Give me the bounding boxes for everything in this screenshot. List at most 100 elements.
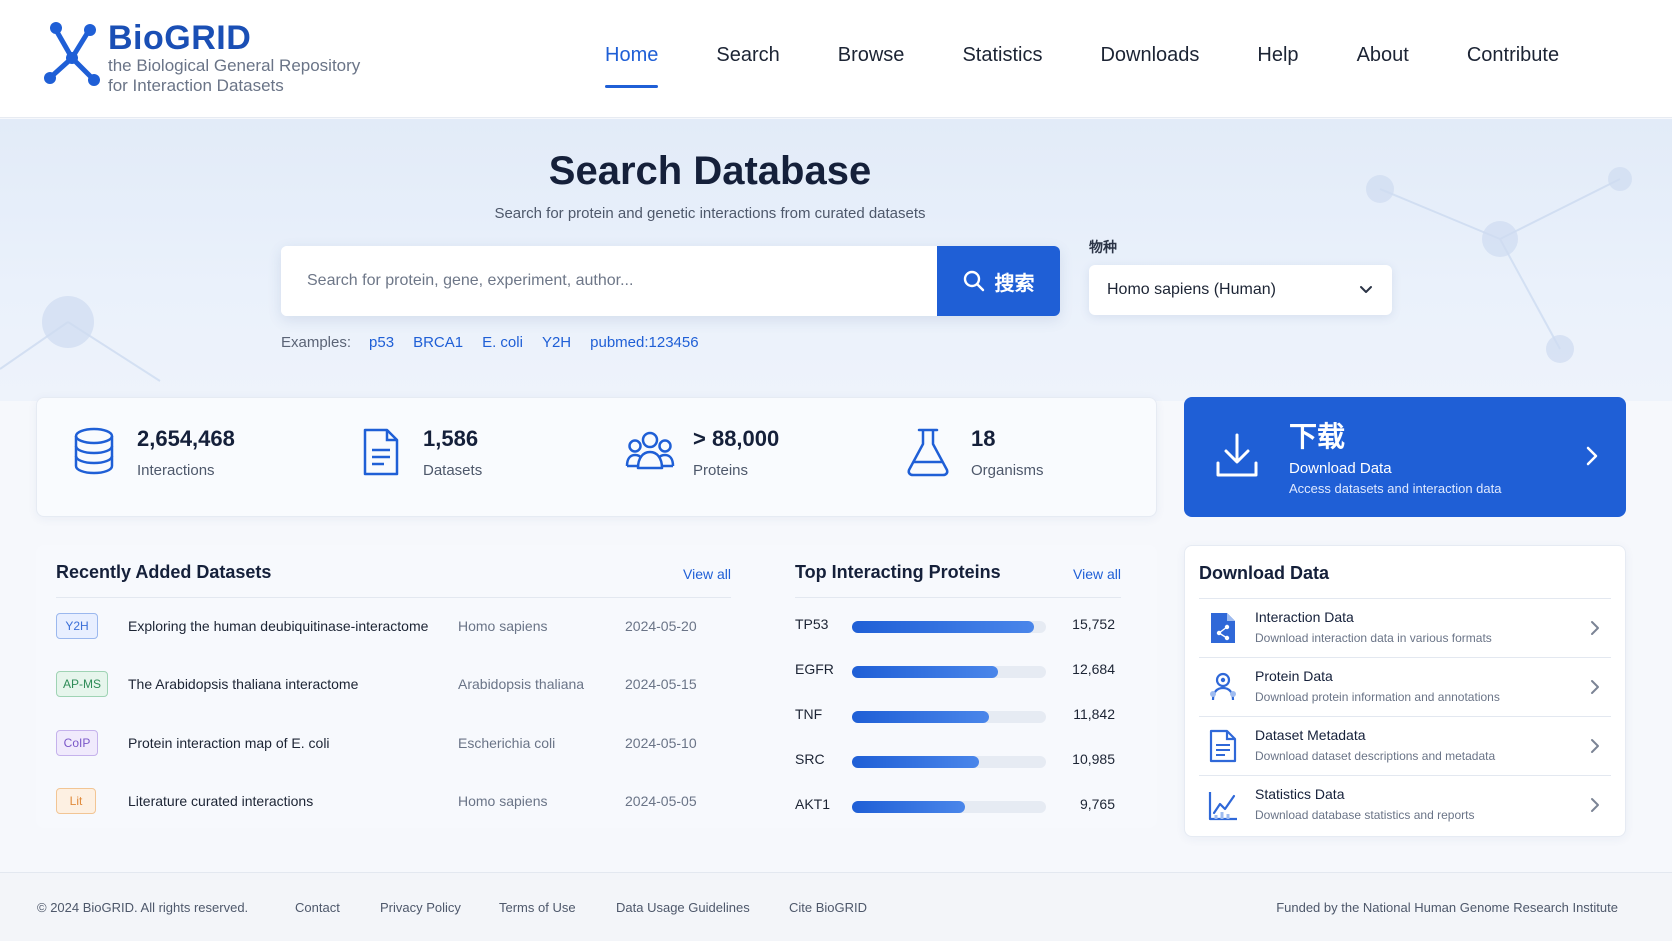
brand-subtitle-line1: the Biological General Repository — [108, 56, 361, 75]
download-item-interaction-data[interactable]: Interaction Data Download interaction da… — [1199, 599, 1611, 657]
species-dropdown[interactable]: Homo sapiens (Human) — [1089, 265, 1392, 315]
nav-contribute[interactable]: Contribute — [1467, 44, 1559, 88]
chevron-right-icon — [1591, 621, 1599, 635]
table-row[interactable]: CoIP Protein interaction map of E. coli … — [56, 728, 731, 758]
example-link-ecoli[interactable]: E. coli — [482, 334, 523, 351]
protein-count: 10,985 — [1072, 751, 1115, 767]
footer-link-cite[interactable]: Cite BioGRID — [789, 900, 867, 915]
dataset-name: Literature curated interactions — [128, 793, 314, 809]
nav-browse[interactable]: Browse — [838, 44, 905, 88]
download-item-title: Dataset Metadata — [1255, 727, 1366, 743]
chevron-right-icon — [1591, 798, 1599, 812]
example-link-brca1[interactable]: BRCA1 — [413, 334, 463, 351]
recent-datasets-title: Recently Added Datasets — [56, 562, 272, 582]
protein-name: TNF — [795, 706, 823, 722]
footer-link-terms[interactable]: Terms of Use — [499, 900, 576, 915]
chevron-right-icon — [1586, 446, 1598, 466]
search-hero: Search Database Search for protein and g… — [0, 119, 1672, 401]
stat-datasets: 1,586 Datasets — [355, 426, 482, 479]
download-item-protein-data[interactable]: Protein Data Download protein informatio… — [1199, 658, 1611, 716]
species-label: 物种 — [1089, 239, 1117, 255]
table-row[interactable]: Y2H Exploring the human deubiquitinase-i… — [56, 611, 731, 641]
page-subtitle: Search for protein and genetic interacti… — [494, 205, 926, 222]
page-title: Search Database — [548, 149, 872, 193]
download-item-desc: Download database statistics and reports — [1255, 808, 1475, 822]
footer-link-contact[interactable]: Contact — [295, 900, 340, 915]
protein-name: TP53 — [795, 616, 829, 632]
protein-row[interactable]: AKT1 9,765 — [795, 794, 1115, 818]
protein-row[interactable]: EGFR 12,684 — [795, 659, 1115, 683]
stat-value: > 88,000 — [693, 426, 780, 451]
footer-link-data-usage[interactable]: Data Usage Guidelines — [616, 900, 750, 915]
nav-downloads[interactable]: Downloads — [1100, 44, 1199, 88]
search-input[interactable] — [281, 246, 937, 316]
nav-help[interactable]: Help — [1257, 44, 1298, 88]
dataset-organism: Escherichia coli — [458, 735, 556, 751]
protein-row[interactable]: TP53 15,752 — [795, 614, 1115, 638]
search-button-label: 搜索 — [994, 272, 1035, 295]
cta-description: Access datasets and interaction data — [1289, 481, 1502, 496]
protein-bar — [852, 666, 999, 678]
stat-value: 2,654,468 — [137, 426, 235, 451]
species-value: Homo sapiens (Human) — [1107, 281, 1276, 298]
protein-name: SRC — [795, 751, 825, 767]
brand-name: BioGRID — [108, 19, 252, 57]
table-row[interactable]: Lit Literature curated interactions Homo… — [56, 786, 731, 816]
nav-home[interactable]: Home — [605, 44, 659, 88]
metadata-file-icon — [1209, 729, 1237, 763]
method-badge: CoIP — [56, 730, 98, 756]
bar-track — [852, 666, 1046, 678]
stat-label: Organisms — [971, 462, 1044, 479]
funding-text: Funded by the National Human Genome Rese… — [1276, 900, 1618, 915]
protein-name: EGFR — [795, 661, 834, 677]
site-footer: © 2024 BioGRID. All rights reserved. Con… — [0, 872, 1672, 941]
dataset-organism: Homo sapiens — [458, 618, 548, 634]
protein-row[interactable]: TNF 11,842 — [795, 704, 1115, 728]
download-item-desc: Download interaction data in various for… — [1255, 631, 1492, 645]
logo[interactable]: BioGRID the Biological General Repositor… — [42, 20, 360, 96]
dataset-organism: Homo sapiens — [458, 793, 548, 809]
dataset-date: 2024-05-20 — [625, 618, 697, 634]
download-item-desc: Download protein information and annotat… — [1255, 690, 1500, 704]
download-item-desc: Download dataset descriptions and metada… — [1255, 749, 1496, 763]
nav-statistics[interactable]: Statistics — [962, 44, 1042, 88]
protein-count: 15,752 — [1072, 616, 1115, 632]
protein-bar — [852, 801, 965, 813]
dataset-name: The Arabidopsis thaliana interactome — [128, 676, 359, 692]
nav-search[interactable]: Search — [716, 44, 779, 88]
bar-track — [852, 621, 1046, 633]
recent-datasets-view-all-link[interactable]: View all — [683, 566, 731, 582]
protein-icon — [1210, 672, 1236, 701]
search-button[interactable]: 搜索 — [937, 246, 1060, 316]
search-bar: 搜索 — [281, 246, 1060, 316]
dataset-date: 2024-05-15 — [625, 676, 697, 692]
molecule-logo-icon — [44, 22, 100, 86]
stat-label: Interactions — [137, 462, 215, 479]
download-cta-card[interactable]: 下载 Download Data Access datasets and int… — [1184, 397, 1626, 517]
download-item-statistics-data[interactable]: Statistics Data Download database statis… — [1199, 776, 1611, 834]
protein-count: 9,765 — [1079, 796, 1115, 812]
method-badge: Lit — [56, 788, 96, 814]
dataset-name: Exploring the human deubiquitinase-inter… — [128, 618, 429, 634]
example-link-y2h[interactable]: Y2H — [542, 334, 571, 351]
method-badge: AP-MS — [56, 671, 108, 697]
example-link-pubmed[interactable]: pubmed:123456 — [590, 334, 698, 351]
nav-about[interactable]: About — [1357, 44, 1409, 88]
dataset-date: 2024-05-10 — [625, 735, 697, 751]
download-icon — [1216, 433, 1258, 477]
footer-link-privacy[interactable]: Privacy Policy — [380, 900, 461, 915]
protein-row[interactable]: SRC 10,985 — [795, 749, 1115, 773]
download-item-title: Protein Data — [1255, 668, 1333, 684]
example-link-p53[interactable]: p53 — [369, 334, 394, 351]
method-badge: Y2H — [56, 613, 98, 639]
download-item-title: Statistics Data — [1255, 786, 1345, 802]
search-icon — [963, 270, 984, 292]
bar-track — [852, 711, 1046, 723]
top-proteins-view-all-link[interactable]: View all — [1073, 566, 1121, 582]
download-item-dataset-metadata[interactable]: Dataset Metadata Download dataset descri… — [1199, 717, 1611, 775]
chevron-right-icon — [1591, 739, 1599, 753]
download-panel-title: Download Data — [1199, 563, 1330, 583]
people-icon — [625, 431, 675, 470]
site-header: BioGRID the Biological General Repositor… — [0, 0, 1672, 118]
table-row[interactable]: AP-MS The Arabidopsis thaliana interacto… — [56, 669, 731, 699]
